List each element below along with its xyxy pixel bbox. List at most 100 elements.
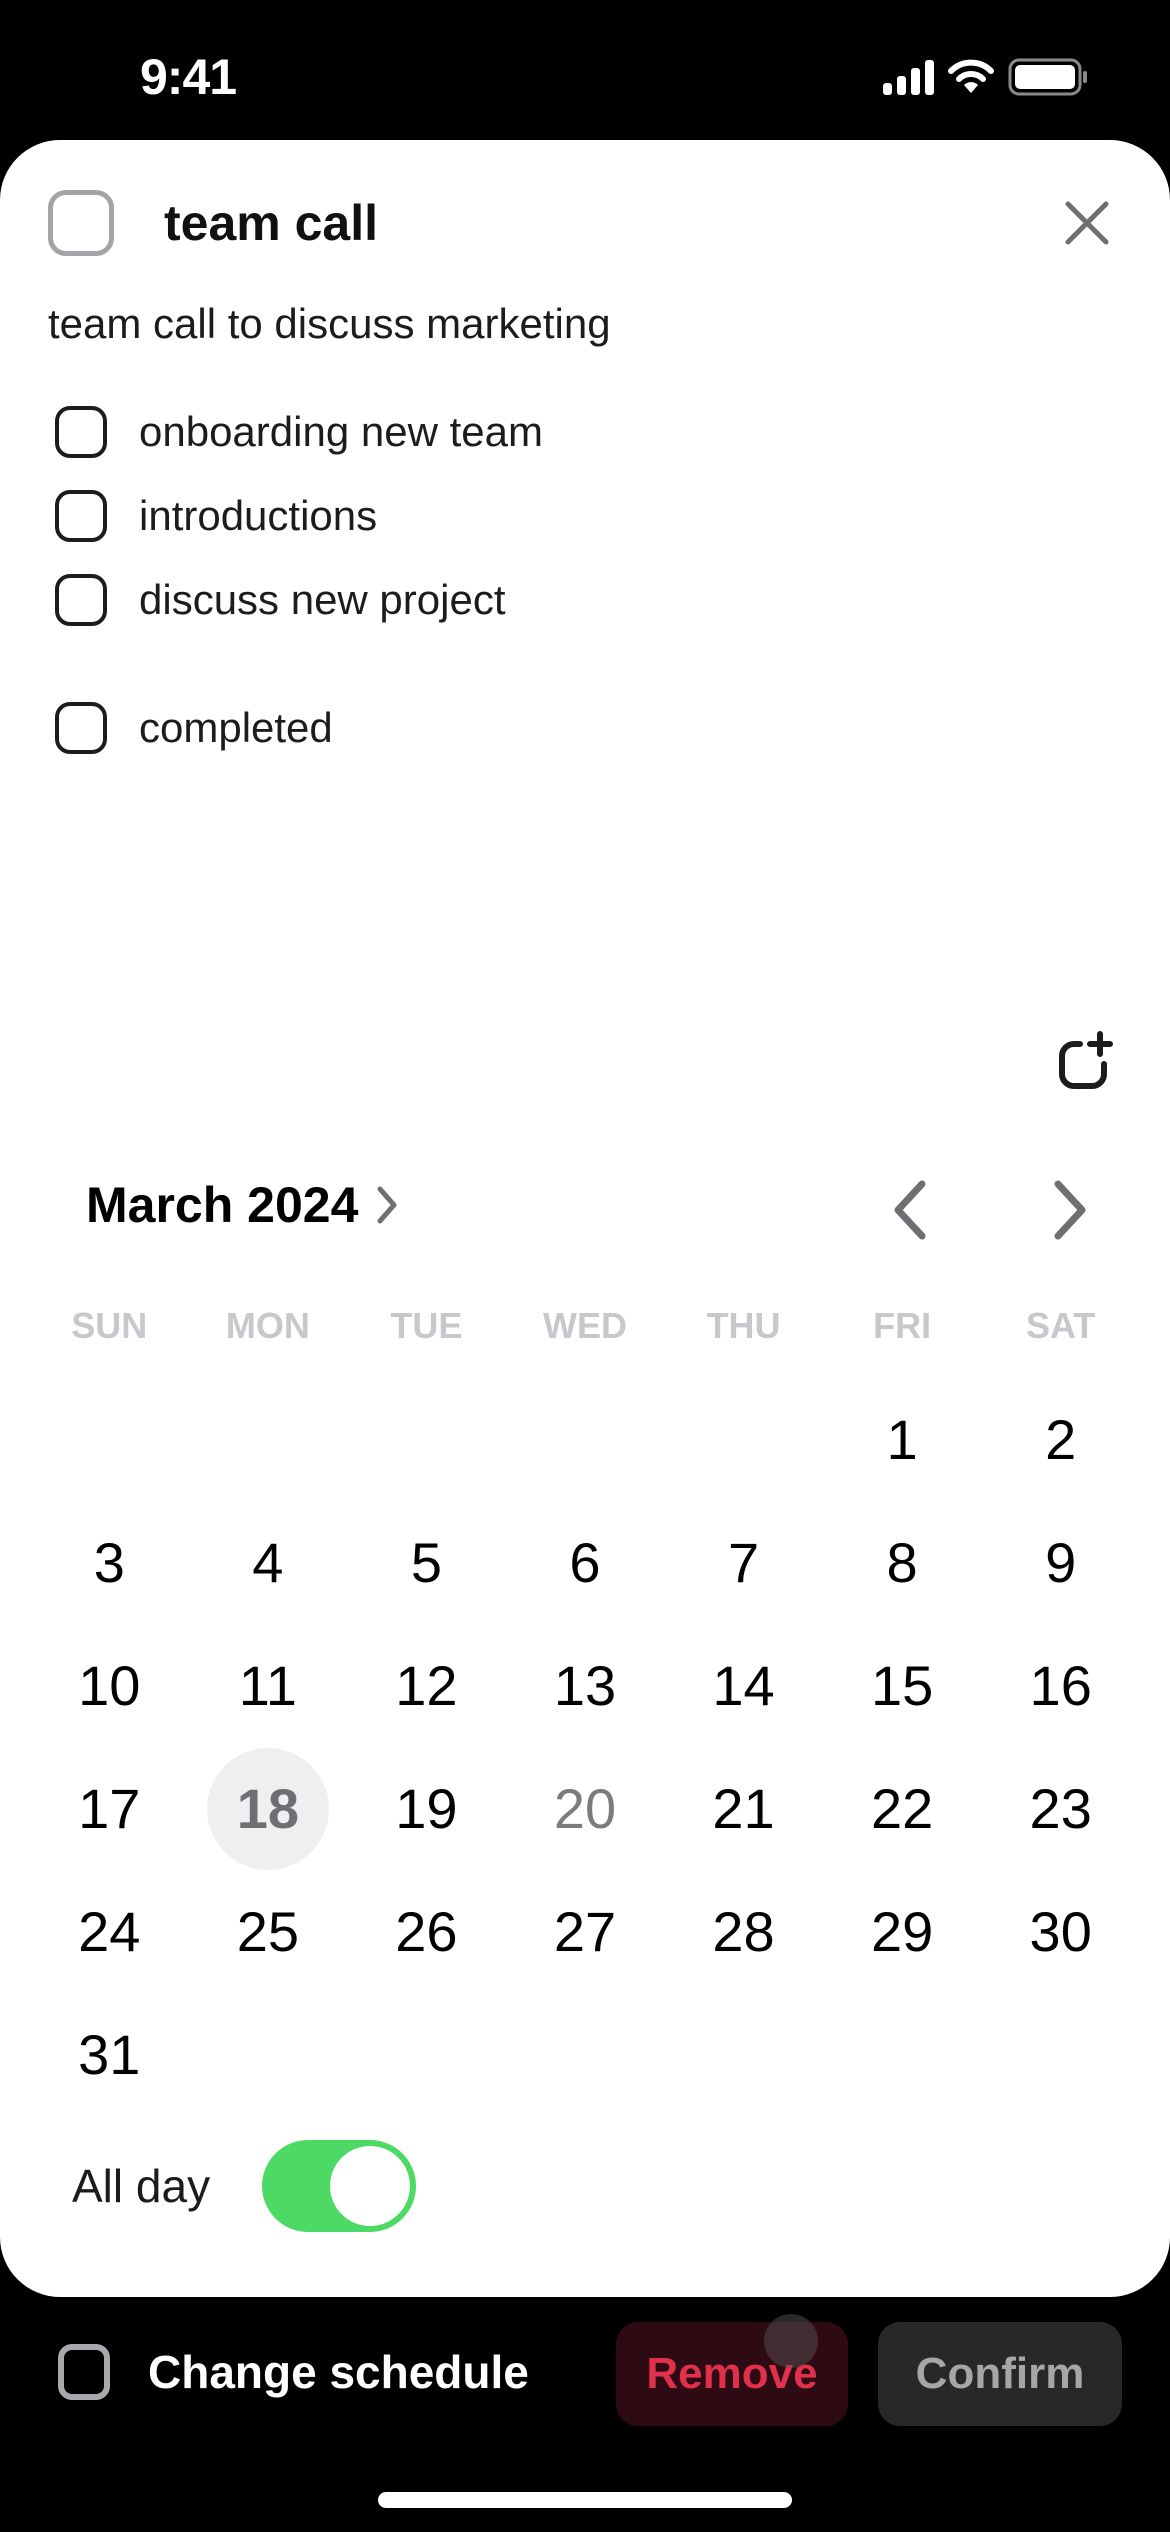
calendar-day[interactable]: 14 (664, 1624, 823, 1747)
task-title-input[interactable] (164, 194, 864, 252)
subtask-list: onboarding new team introductions discus… (55, 390, 543, 770)
completed-item[interactable]: completed (55, 686, 543, 770)
subtask-checkbox[interactable] (55, 406, 107, 458)
calendar-day[interactable]: 6 (506, 1501, 665, 1624)
weekday-label: MON (225, 1305, 310, 1346)
calendar-day[interactable]: 28 (664, 1870, 823, 1993)
calendar-day-number: 13 (553, 1654, 617, 1717)
subtask-label[interactable]: introductions (139, 492, 377, 540)
month-picker-button[interactable]: March 2024 (86, 1176, 398, 1234)
calendar-day-today[interactable]: 18 (189, 1747, 348, 1870)
calendar-day[interactable]: 1 (823, 1378, 982, 1501)
subtask-label[interactable]: onboarding new team (139, 408, 543, 456)
toggle-knob (330, 2146, 411, 2226)
subtask-label[interactable]: discuss new project (139, 576, 506, 624)
subtask-checkbox[interactable] (55, 490, 107, 542)
calendar-day[interactable]: 5 (347, 1501, 506, 1624)
add-subtask-icon (1059, 1031, 1113, 1089)
calendar-day-number: 22 (870, 1777, 934, 1840)
weekday-label: FRI (873, 1305, 932, 1346)
title-row (48, 190, 1122, 256)
status-icons (883, 58, 1090, 96)
wifi-icon (948, 59, 994, 95)
home-indicator[interactable] (378, 2492, 792, 2508)
calendar-day[interactable]: 3 (30, 1501, 189, 1624)
calendar-day[interactable]: 20 (506, 1747, 665, 1870)
subtask-item[interactable]: onboarding new team (55, 390, 543, 474)
weekday-label: WED (542, 1305, 627, 1346)
calendar-blank-cell (664, 1378, 823, 1501)
calendar-day[interactable]: 19 (347, 1747, 506, 1870)
calendar-day-number: 8 (886, 1531, 918, 1594)
calendar-day[interactable]: 4 (189, 1501, 348, 1624)
calendar-blank-cell (189, 1378, 348, 1501)
calendar-day[interactable]: 10 (30, 1624, 189, 1747)
weekday-label: THU (706, 1305, 781, 1346)
touch-indicator (764, 2314, 818, 2368)
calendar-day-number: 31 (78, 2023, 141, 2086)
calendar-day[interactable]: 15 (823, 1624, 982, 1747)
calendar-day-number: 27 (553, 1900, 617, 1963)
task-complete-checkbox[interactable] (48, 190, 114, 256)
next-month-button[interactable] (1040, 1170, 1100, 1250)
change-schedule-option[interactable]: Change schedule (58, 2344, 529, 2400)
calendar-day-number: 20 (553, 1777, 617, 1840)
calendar-day[interactable]: 30 (981, 1870, 1140, 1993)
calendar-day-number: 9 (1045, 1531, 1077, 1594)
calendar-day[interactable]: 16 (981, 1624, 1140, 1747)
calendar-blank-cell (30, 1378, 189, 1501)
weekday-label: SAT (1026, 1305, 1096, 1346)
calendar-day[interactable]: 23 (981, 1747, 1140, 1870)
calendar-day[interactable]: 2 (981, 1378, 1140, 1501)
calendar-day[interactable]: 29 (823, 1870, 982, 1993)
calendar-day[interactable]: 25 (189, 1870, 348, 1993)
subtask-item[interactable]: introductions (55, 474, 543, 558)
calendar-day-number: 23 (1029, 1777, 1092, 1840)
calendar-day-number: 17 (78, 1777, 141, 1840)
bottom-action-bar: Change schedule Remove Confirm (0, 2314, 1170, 2430)
calendar-day[interactable]: 13 (506, 1624, 665, 1747)
calendar-day[interactable]: 8 (823, 1501, 982, 1624)
calendar-day[interactable]: 7 (664, 1501, 823, 1624)
calendar-day-number: 19 (395, 1777, 458, 1840)
all-day-label: All day (72, 2160, 211, 2212)
calendar-day-number: 1 (886, 1408, 918, 1471)
calendar-day-number: 30 (1029, 1900, 1092, 1963)
calendar-day[interactable]: 22 (823, 1747, 982, 1870)
calendar-day-number: 7 (727, 1531, 760, 1594)
status-bar: 9:41 (0, 0, 1170, 140)
previous-month-button[interactable] (880, 1170, 940, 1250)
add-subtask-button[interactable] (1054, 1030, 1120, 1096)
calendar-day[interactable]: 9 (981, 1501, 1140, 1624)
calendar-day-number: 28 (712, 1900, 775, 1963)
weekday-label: TUE (390, 1305, 463, 1346)
subtask-checkbox[interactable] (55, 574, 107, 626)
all-day-row: All day (72, 2140, 417, 2232)
weekday-header: SUN MON TUE WED THU FRI SAT (30, 1305, 1140, 1347)
all-day-toggle[interactable] (262, 2140, 417, 2232)
status-time: 9:41 (140, 49, 237, 105)
calendar-day[interactable]: 24 (30, 1870, 189, 1993)
calendar-day[interactable]: 17 (30, 1747, 189, 1870)
change-schedule-checkbox[interactable] (58, 2344, 110, 2400)
calendar-day[interactable]: 11 (189, 1624, 348, 1747)
subtask-item[interactable]: discuss new project (55, 558, 543, 642)
calendar-blank-cell (347, 1378, 506, 1501)
calendar-day[interactable]: 27 (506, 1870, 665, 1993)
calendar-day[interactable]: 26 (347, 1870, 506, 1993)
close-button[interactable] (1062, 198, 1112, 248)
confirm-button[interactable]: Confirm (878, 2322, 1122, 2426)
calendar-day[interactable]: 12 (347, 1624, 506, 1747)
calendar-day[interactable]: 21 (664, 1747, 823, 1870)
task-description[interactable]: team call to discuss marketing (48, 300, 611, 348)
calendar-day[interactable]: 31 (30, 1993, 189, 2116)
completed-label[interactable]: completed (139, 704, 333, 752)
task-sheet: team call to discuss marketing onboardin… (0, 140, 1170, 2297)
calendar-day-number: 15 (870, 1654, 934, 1717)
chevron-right-icon (377, 1186, 397, 1224)
calendar-day-number: 16 (1029, 1654, 1092, 1717)
completed-checkbox[interactable] (55, 702, 107, 754)
calendar-day-number: 6 (569, 1531, 601, 1594)
close-icon (1065, 201, 1109, 245)
cellular-signal-icon (883, 59, 934, 95)
